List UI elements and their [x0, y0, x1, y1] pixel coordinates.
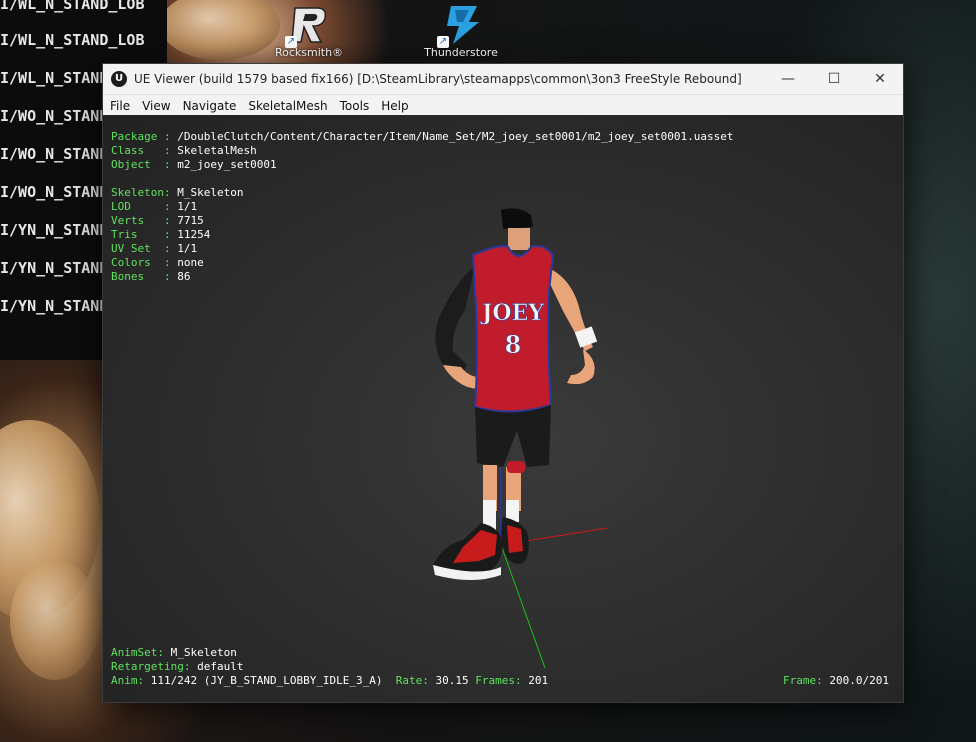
ue-viewer-window[interactable]: UE Viewer (build 1579 based fix166) [D:\… [102, 63, 904, 703]
anim-value: 111/242 (JY_B_STAND_LOBBY_IDLE_3_A) [150, 674, 383, 687]
terminal-line: I/WL_N_STAND [0, 69, 109, 87]
thunderstore-icon: ↗ [437, 2, 483, 48]
anim-value: default [197, 660, 244, 673]
menu-bar: File View Navigate SkeletalMesh Tools Help [103, 95, 903, 115]
jersey-name: JOEY [480, 300, 544, 326]
anim-value: M_Skeleton [170, 646, 237, 659]
desktop-icon-thunderstore[interactable]: ↗ Thunderstore [421, 2, 501, 59]
menu-navigate[interactable]: Navigate [177, 96, 243, 116]
menu-view[interactable]: View [136, 96, 176, 116]
desktop-icon-label: Thunderstore [424, 46, 498, 59]
menu-skeletalmesh[interactable]: SkeletalMesh [242, 96, 333, 116]
character-model[interactable]: JOEY 8 [103, 115, 903, 702]
desktop-icon-label: Rocksmith® [274, 46, 344, 59]
terminal-line: I/WO_N_STAND [0, 107, 109, 125]
anim-label: AnimSet: [111, 646, 164, 659]
terminal-line: I/WL_N_STAND_LOB [0, 31, 145, 49]
anim-details: AnimSet: M_Skeleton Retargeting: default… [111, 646, 548, 688]
close-button[interactable]: ✕ [857, 64, 903, 94]
terminal-line: I/WO_N_STAND [0, 183, 109, 201]
menu-tools[interactable]: Tools [334, 96, 376, 116]
frame-label: Frame: [783, 674, 823, 687]
title-bar[interactable]: UE Viewer (build 1579 based fix166) [D:\… [103, 64, 903, 95]
wallpaper-shape [10, 560, 100, 680]
shortcut-arrow-icon: ↗ [285, 36, 297, 48]
unreal-engine-icon [111, 71, 127, 87]
menu-help[interactable]: Help [375, 96, 414, 116]
rate-value: 30.15 [435, 674, 469, 687]
jersey-number: 8 [505, 330, 522, 359]
terminal-line: I/YN_N_STAND [0, 297, 109, 315]
frame-counter: Frame: 200.0/201 [783, 674, 889, 688]
maximize-button[interactable]: ☐ [811, 64, 857, 94]
window-title: UE Viewer (build 1579 based fix166) [D:\… [134, 72, 742, 86]
anim-label: Anim: [111, 674, 145, 687]
frame-value: 200.0/201 [829, 674, 889, 687]
minimize-button[interactable]: — [765, 64, 811, 94]
terminal-line: I/YN_N_STAND [0, 259, 109, 277]
menu-file[interactable]: File [103, 96, 136, 116]
rocksmith-icon: ↗ [285, 2, 331, 48]
frames-label: Frames: [475, 674, 522, 687]
terminal-line: I/YN_N_STAND [0, 221, 109, 239]
wallpaper-shape [160, 0, 280, 60]
frames-value: 201 [528, 674, 549, 687]
rate-label: Rate: [395, 674, 429, 687]
terminal-line: I/WL_N_STAND_LOB [0, 0, 145, 13]
anim-label: Retargeting: [111, 660, 191, 673]
desktop-icon-rocksmith[interactable]: ↗ Rocksmith® [269, 2, 349, 59]
3d-viewport[interactable]: Package : /DoubleClutch/Content/Characte… [103, 115, 903, 702]
shortcut-arrow-icon: ↗ [437, 36, 449, 48]
terminal-line: I/WO_N_STAND [0, 145, 109, 163]
